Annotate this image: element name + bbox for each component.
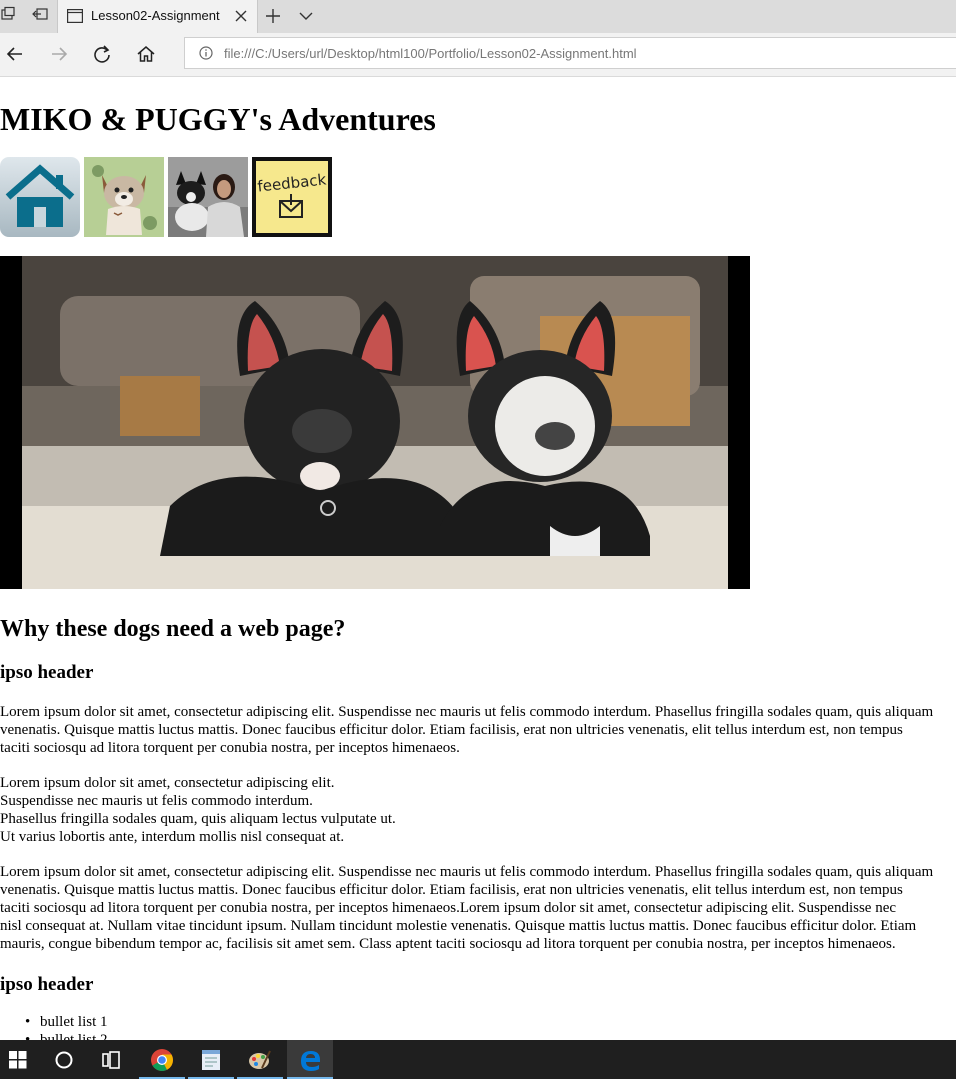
paragraph-2-line: Suspendisse nec mauris ut felis commodo … — [0, 793, 313, 809]
home-icon[interactable] — [136, 44, 158, 66]
edge-taskbar-button[interactable] — [287, 1040, 333, 1079]
paragraph-1: Lorem ipsum dolor sit amet, consectetur … — [0, 703, 956, 757]
task-view-icon — [102, 1051, 120, 1069]
subheading-1: ipso header — [0, 662, 94, 683]
paragraph-3-line: taciti sociosqu ad litora torquent per c… — [0, 900, 897, 916]
notepad-taskbar-button[interactable] — [188, 1040, 234, 1079]
dog-cartoon-image — [84, 157, 164, 237]
owner-photo-link[interactable] — [168, 157, 248, 237]
paragraph-2: Lorem ipsum dolor sit amet, consectetur … — [0, 774, 956, 846]
notepad-icon — [202, 1050, 220, 1070]
paragraph-1-line: Lorem ipsum dolor sit amet, consectetur … — [0, 704, 934, 720]
cortana-icon — [55, 1051, 73, 1069]
paragraph-3-line: Lorem ipsum dolor sit amet, consectetur … — [0, 864, 934, 880]
paragraph-3-line: nisl consequat at. Nullam vitae tincidun… — [0, 918, 917, 934]
tab-strip: Lesson02-Assignment — [0, 0, 956, 33]
paragraph-1-line: taciti sociosqu ad litora torquent per c… — [0, 740, 460, 756]
list-item: bullet list 1 — [0, 1013, 108, 1031]
owner-with-dog-image — [168, 157, 248, 237]
new-tab-icon[interactable] — [265, 8, 281, 29]
two-french-bulldogs-photo — [22, 256, 728, 589]
address-url[interactable]: file:///C:/Users/url/Desktop/html100/Por… — [224, 46, 637, 61]
chevron-down-icon[interactable] — [298, 8, 314, 29]
feedback-link[interactable]: feedback — [252, 157, 332, 237]
address-bar[interactable]: file:///C:/Users/url/Desktop/html100/Por… — [184, 37, 956, 69]
close-tab-icon[interactable] — [234, 9, 248, 28]
paragraph-3-line: mauris, congue bibendum tempor ac, facil… — [0, 936, 896, 952]
bullet-list: bullet list 1 bullet list 2 — [0, 1013, 108, 1040]
chrome-icon — [151, 1049, 173, 1071]
forward-arrow-icon[interactable] — [49, 44, 71, 66]
back-arrow-icon[interactable] — [5, 44, 27, 66]
dog-cartoon-link[interactable] — [84, 157, 164, 237]
page-title: MIKO & PUGGY's Adventures — [0, 101, 436, 137]
home-link[interactable] — [0, 157, 80, 237]
active-tab[interactable]: Lesson02-Assignment — [57, 0, 258, 33]
hero-image — [0, 256, 750, 589]
subheading-2: ipso header — [0, 974, 94, 995]
paragraph-2-line: Phasellus fringilla sodales quam, quis a… — [0, 811, 396, 827]
page-content: MIKO & PUGGY's Adventures feedback Why t… — [0, 77, 956, 1040]
paint-taskbar-button[interactable] — [237, 1040, 283, 1079]
tab-manager-icon[interactable] — [0, 6, 22, 28]
paragraph-2-line: Ut varius lobortis ante, interdum mollis… — [0, 829, 345, 845]
paragraph-3-line: venenatis. Quisque mattis luctus mattis.… — [0, 882, 903, 898]
paint-icon — [249, 1050, 271, 1069]
windows-taskbar — [0, 1040, 956, 1079]
chrome-taskbar-button[interactable] — [139, 1040, 185, 1079]
list-item: bullet list 2 — [0, 1031, 108, 1040]
start-icon — [9, 1051, 27, 1069]
task-view-button[interactable] — [89, 1040, 135, 1079]
refresh-icon[interactable] — [92, 44, 114, 66]
navigation-bar: file:///C:/Users/url/Desktop/html100/Por… — [0, 33, 956, 77]
set-aside-tabs-icon[interactable] — [31, 6, 53, 28]
feedback-sticky-note-icon: feedback — [256, 161, 328, 233]
start-button[interactable] — [0, 1040, 40, 1079]
page-tab-icon — [67, 9, 84, 28]
cortana-button[interactable] — [41, 1040, 87, 1079]
tab-title: Lesson02-Assignment — [91, 8, 220, 23]
paragraph-2-line: Lorem ipsum dolor sit amet, consectetur … — [0, 775, 335, 791]
info-icon[interactable] — [199, 46, 213, 65]
paragraph-1-line: venenatis. Quisque mattis luctus mattis.… — [0, 722, 903, 738]
house-icon — [5, 164, 75, 227]
edge-icon — [301, 1051, 320, 1071]
section-heading: Why these dogs need a web page? — [0, 616, 346, 642]
paragraph-3: Lorem ipsum dolor sit amet, consectetur … — [0, 863, 956, 953]
